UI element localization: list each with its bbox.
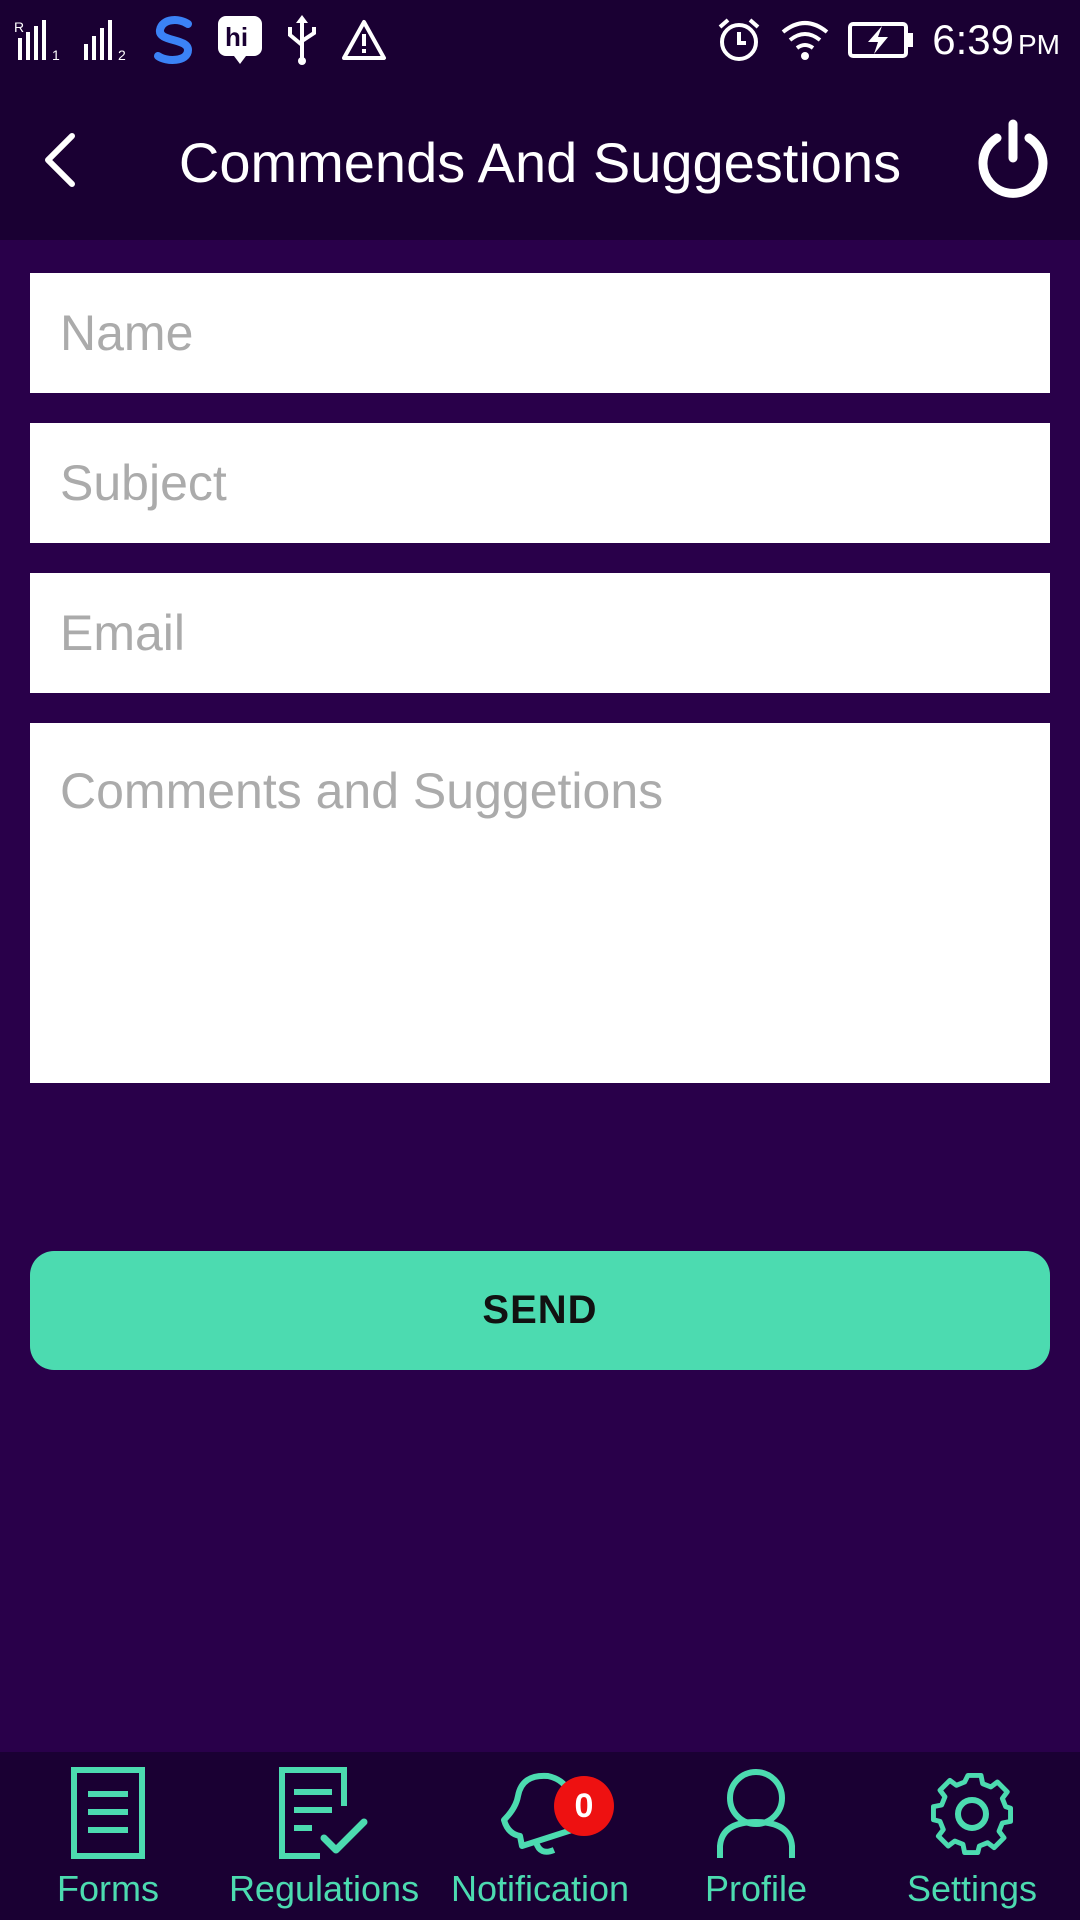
gear-icon: [931, 1773, 1013, 1855]
nav-profile[interactable]: Profile: [648, 1752, 864, 1920]
usb-icon: [288, 15, 316, 65]
wifi-icon: [781, 21, 829, 60]
status-time: 6:39 PM: [932, 16, 1060, 63]
person-icon: [717, 1769, 795, 1858]
comments-textarea[interactable]: [30, 723, 1050, 1083]
nav-profile-label: Profile: [704, 1868, 808, 1909]
power-icon: [978, 119, 1048, 198]
nav-regulations-label: Regulations: [228, 1868, 420, 1909]
back-button[interactable]: [30, 122, 90, 198]
signal-2-icon: 2: [84, 20, 126, 62]
nav-settings[interactable]: Settings: [864, 1752, 1080, 1920]
document-check-icon: [279, 1767, 368, 1859]
status-bar: R 1 2 hi 6:39 PM: [0, 0, 1080, 80]
email-field[interactable]: [30, 573, 1050, 693]
send-button[interactable]: SEND: [30, 1251, 1050, 1370]
battery-charging-icon: [848, 22, 914, 58]
status-left-icons: R 1 2 hi: [14, 10, 388, 70]
document-icon: [71, 1767, 145, 1859]
bottom-nav: Forms Regulations 0 Notification Profile…: [0, 1752, 1080, 1920]
nav-notification[interactable]: 0 Notification: [432, 1752, 648, 1920]
signal-r-icon: R 1: [14, 19, 60, 62]
notification-badge: 0: [554, 1776, 614, 1836]
svg-text:2: 2: [118, 47, 126, 62]
nav-forms-label: Forms: [57, 1868, 159, 1909]
nav-settings-label: Settings: [906, 1868, 1038, 1909]
app-bar: Commends And Suggestions: [0, 80, 1080, 240]
nav-forms[interactable]: Forms: [0, 1752, 216, 1920]
page-title: Commends And Suggestions: [178, 131, 902, 194]
warning-icon: [342, 20, 386, 60]
svg-text:hi: hi: [225, 22, 248, 52]
alarm-icon: [718, 18, 760, 61]
svg-text:1: 1: [52, 47, 60, 62]
chevron-left-icon: [45, 133, 75, 187]
s-app-icon: [154, 16, 193, 64]
name-field[interactable]: [30, 273, 1050, 393]
nav-regulations[interactable]: Regulations: [216, 1752, 432, 1920]
svg-text:R: R: [14, 19, 24, 35]
status-right-icons: 6:39 PM: [716, 10, 1060, 70]
nav-notification-label: Notification: [450, 1868, 630, 1909]
subject-field[interactable]: [30, 423, 1050, 543]
power-button[interactable]: [974, 118, 1052, 202]
hi-app-icon: hi: [218, 16, 262, 64]
